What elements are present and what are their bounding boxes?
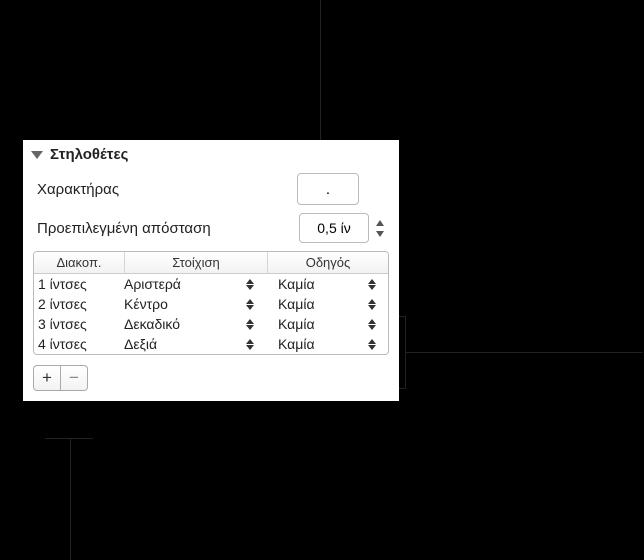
stepper-down-button[interactable] [373,228,387,239]
remove-button[interactable]: − [61,365,88,391]
popup-arrows-icon[interactable] [368,319,376,330]
stepper-up-button[interactable] [373,217,387,228]
table-row[interactable]: 3 ίντσες Δεκαδικό Καμία [34,314,388,334]
popup-arrows-icon[interactable] [246,279,254,290]
cell-leader[interactable]: Καμία [260,295,388,313]
header-align[interactable]: Στοίχιση [125,252,268,273]
character-row: Χαρακτήρας [31,173,391,205]
cell-stop[interactable]: 4 ίντσες [34,335,120,353]
cell-align[interactable]: Δεξιά [120,335,260,353]
callout-line-addremove-v [70,438,71,560]
popup-arrows-icon[interactable] [246,319,254,330]
tabs-table: Διακοπ. Στοίχιση Οδηγός 1 ίντσες Αριστερ… [33,251,389,355]
cell-stop[interactable]: 2 ίντσες [34,295,120,313]
add-button[interactable]: + [33,365,61,391]
default-spacing-label: Προεπιλεγμένη απόσταση [37,220,211,237]
table-row[interactable]: 4 ίντσες Δεξιά Καμία [34,334,388,354]
popup-arrows-icon[interactable] [368,299,376,310]
add-remove-group: + − [33,365,391,391]
table-header: Διακοπ. Στοίχιση Οδηγός [34,252,388,274]
cell-align[interactable]: Αριστερά [120,275,260,293]
cell-leader[interactable]: Καμία [260,275,388,293]
section-title: Στηλοθέτες [50,146,128,163]
spacing-input[interactable] [299,213,369,243]
cell-leader[interactable]: Καμία [260,315,388,333]
section-header[interactable]: Στηλοθέτες [31,146,391,163]
character-input[interactable] [297,173,359,205]
disclosure-triangle-icon [31,151,43,159]
table-body: 1 ίντσες Αριστερά Καμία 2 ίντσες Κέντρο … [34,274,388,354]
default-spacing-row: Προεπιλεγμένη απόσταση [31,213,391,243]
chevron-up-icon [376,220,384,226]
cell-leader[interactable]: Καμία [260,335,388,353]
table-row[interactable]: 2 ίντσες Κέντρο Καμία [34,294,388,314]
callout-bracket-out [405,352,643,353]
table-row[interactable]: 1 ίντσες Αριστερά Καμία [34,274,388,294]
cell-align[interactable]: Κέντρο [120,295,260,313]
header-stop[interactable]: Διακοπ. [34,252,125,273]
chevron-down-icon [376,231,384,237]
cell-stop[interactable]: 3 ίντσες [34,315,120,333]
cell-stop[interactable]: 1 ίντσες [34,275,120,293]
popup-arrows-icon[interactable] [368,339,376,350]
popup-arrows-icon[interactable] [368,279,376,290]
stepper [373,217,387,239]
cell-align[interactable]: Δεκαδικό [120,315,260,333]
callout-line-character [320,0,321,163]
popup-arrows-icon[interactable] [246,299,254,310]
popup-arrows-icon[interactable] [246,339,254,350]
header-leader[interactable]: Οδηγός [268,252,388,273]
callout-line-addremove-h [45,438,93,439]
tabs-panel: Στηλοθέτες Χαρακτήρας Προεπιλεγμένη απόσ… [23,140,399,401]
character-label: Χαρακτήρας [37,181,119,198]
spacing-stepper [299,213,387,243]
